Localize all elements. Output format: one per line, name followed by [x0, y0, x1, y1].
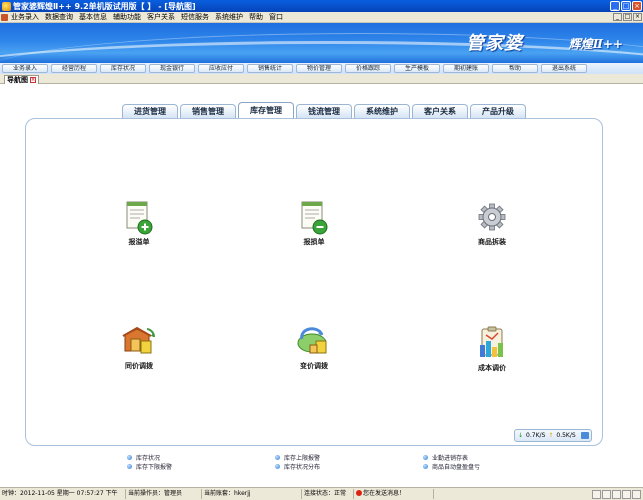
mdi-restore-button[interactable]: □: [623, 13, 632, 21]
tray-icon[interactable]: [612, 489, 621, 499]
download-arrow-icon: ↓: [518, 432, 524, 439]
icon-label: 报损单: [303, 238, 325, 246]
close-tab-icon[interactable]: ×: [30, 77, 36, 83]
bullet-icon: [275, 464, 280, 469]
maximize-button[interactable]: □: [621, 1, 631, 11]
menu-item[interactable]: 窗口: [266, 12, 286, 22]
price-transfer-icon: [297, 327, 327, 354]
menu-item[interactable]: 帮助: [246, 12, 266, 22]
loss-order-shortcut[interactable]: 报损单: [279, 201, 349, 247]
network-monitor-icon[interactable]: [580, 432, 589, 439]
title-bar: 管家婆辉煌Ⅱ++ 9.2单机版试用版【 】 - [导航图] _ □ ×: [0, 0, 643, 12]
status-operator: 当前操作员：管理员: [126, 489, 202, 499]
category-tabs: 进货管理 销售管理 库存管理 钱流管理 系统维护 客户关系 产品升级: [122, 102, 528, 119]
bullet-icon: [423, 455, 428, 460]
quick-link[interactable]: 商品自动盘盈盘亏: [423, 462, 480, 471]
menu-bar: 业务录入 数据查询 基本信息 辅助功能 客户关系 短信服务 系统维护 帮助 窗口…: [0, 12, 643, 23]
document-add-icon: [126, 201, 153, 235]
tab-purchase[interactable]: 进货管理: [122, 104, 178, 118]
upload-speed: 0.5K/S: [556, 432, 576, 439]
module-button[interactable]: 期初建账: [443, 64, 489, 73]
icon-label: 商品拆装: [478, 238, 506, 246]
cost-chart-icon: [480, 326, 503, 357]
module-button[interactable]: 生产模板: [394, 64, 440, 73]
mdi-minimize-button[interactable]: _: [613, 13, 622, 21]
alert-icon: [356, 490, 362, 496]
upload-arrow-icon: ↑: [548, 432, 554, 439]
module-button[interactable]: 物价管理: [296, 64, 342, 73]
module-button[interactable]: 销售统计: [247, 64, 293, 73]
document-icon[interactable]: [1, 13, 8, 21]
quick-link[interactable]: 库存状况分布: [275, 462, 320, 471]
product-assembly-shortcut[interactable]: 商品拆装: [457, 201, 527, 247]
close-button[interactable]: ×: [632, 1, 642, 11]
module-button[interactable]: 业务录入: [2, 64, 48, 73]
menu-item[interactable]: 短信服务: [178, 12, 212, 22]
tray-icon[interactable]: [592, 489, 601, 499]
window-title: 管家婆辉煌Ⅱ++ 9.2单机版试用版【 】 - [导航图]: [13, 1, 196, 11]
document-tab[interactable]: 导航图 ×: [4, 75, 39, 84]
mdi-close-button[interactable]: ×: [633, 13, 642, 21]
gear-icon: [478, 203, 506, 231]
minimize-button[interactable]: _: [610, 1, 620, 11]
inventory-panel: 报溢单 报损单 商品拆装 同价调拨 变价调拨 成本调价 ↓ 0.7K/S ↑ 0…: [25, 118, 603, 446]
icon-label: 成本调价: [478, 364, 506, 372]
module-button[interactable]: 价格跟踪: [345, 64, 391, 73]
tab-system[interactable]: 系统维护: [354, 104, 410, 118]
tab-cashflow[interactable]: 钱流管理: [296, 104, 352, 118]
status-tray: [592, 489, 643, 499]
same-price-transfer-shortcut[interactable]: 同价调拨: [104, 325, 174, 371]
brand-logo-sub: 辉煌Ⅱ++: [568, 37, 623, 51]
status-connection: 连接状态：正常: [302, 489, 354, 499]
menu-item[interactable]: 系统维护: [212, 12, 246, 22]
status-account: 当前账套：hkerjj: [202, 489, 302, 499]
document-tab-label: 导航图: [7, 75, 28, 84]
document-tab-strip: 导航图 ×: [0, 74, 643, 84]
menu-item[interactable]: 数据查询: [42, 12, 76, 22]
module-button[interactable]: 帮助: [492, 64, 538, 73]
quick-link[interactable]: 业勤进销存表: [423, 453, 468, 462]
icon-label: 变价调拨: [300, 362, 328, 370]
bullet-icon: [127, 464, 132, 469]
tab-upgrade[interactable]: 产品升级: [470, 104, 526, 118]
quick-link[interactable]: 库存上限报警: [275, 453, 320, 462]
network-speed-widget: ↓ 0.7K/S ↑ 0.5K/S: [514, 429, 592, 442]
tray-icon[interactable]: [602, 489, 611, 499]
status-clock: 时钟：2012-11-05 星期一 07:57:27 下午: [0, 489, 126, 499]
cost-adjustment-shortcut[interactable]: 成本调价: [457, 325, 527, 373]
tray-icon[interactable]: [632, 489, 641, 499]
module-button[interactable]: 现金银行: [149, 64, 195, 73]
download-speed: 0.7K/S: [526, 432, 546, 439]
module-button[interactable]: 应收应付: [198, 64, 244, 73]
icon-label: 报溢单: [128, 238, 150, 246]
menu-item[interactable]: 客户关系: [144, 12, 178, 22]
bullet-icon: [127, 455, 132, 460]
brand-logo: 管家婆: [466, 33, 523, 54]
overflow-order-shortcut[interactable]: 报溢单: [104, 201, 174, 247]
price-change-transfer-shortcut[interactable]: 变价调拨: [279, 325, 349, 371]
icon-label: 同价调拨: [125, 362, 153, 370]
quick-link[interactable]: 库存状况: [127, 453, 160, 462]
tab-customers[interactable]: 客户关系: [412, 104, 468, 118]
banner: 管家婆 辉煌Ⅱ++: [0, 23, 643, 63]
menu-item[interactable]: 辅助功能: [110, 12, 144, 22]
bullet-icon: [275, 455, 280, 460]
module-button[interactable]: 退出系统: [541, 64, 587, 73]
tab-sales[interactable]: 销售管理: [180, 104, 236, 118]
tray-icon[interactable]: [622, 489, 631, 499]
module-toolbar: 业务录入 经营历程 库存状况 现金银行 应收应付 销售统计 物价管理 价格跟踪 …: [0, 63, 643, 74]
app-icon: [2, 1, 11, 11]
module-button[interactable]: 库存状况: [100, 64, 146, 73]
bullet-icon: [423, 464, 428, 469]
document-remove-icon: [301, 201, 328, 235]
status-bar: 时钟：2012-11-05 星期一 07:57:27 下午 当前操作员：管理员 …: [0, 487, 643, 500]
menu-item[interactable]: 基本信息: [76, 12, 110, 22]
tab-inventory[interactable]: 库存管理: [238, 102, 294, 119]
status-message[interactable]: 您在发送消息！: [354, 489, 434, 499]
warehouse-transfer-icon: [122, 326, 156, 354]
navigation-map: 进货管理 销售管理 库存管理 钱流管理 系统维护 客户关系 产品升级 报溢单 报…: [0, 85, 643, 487]
module-button[interactable]: 经营历程: [51, 64, 97, 73]
quick-link[interactable]: 库存下限报警: [127, 462, 172, 471]
menu-item[interactable]: 业务录入: [8, 12, 42, 22]
